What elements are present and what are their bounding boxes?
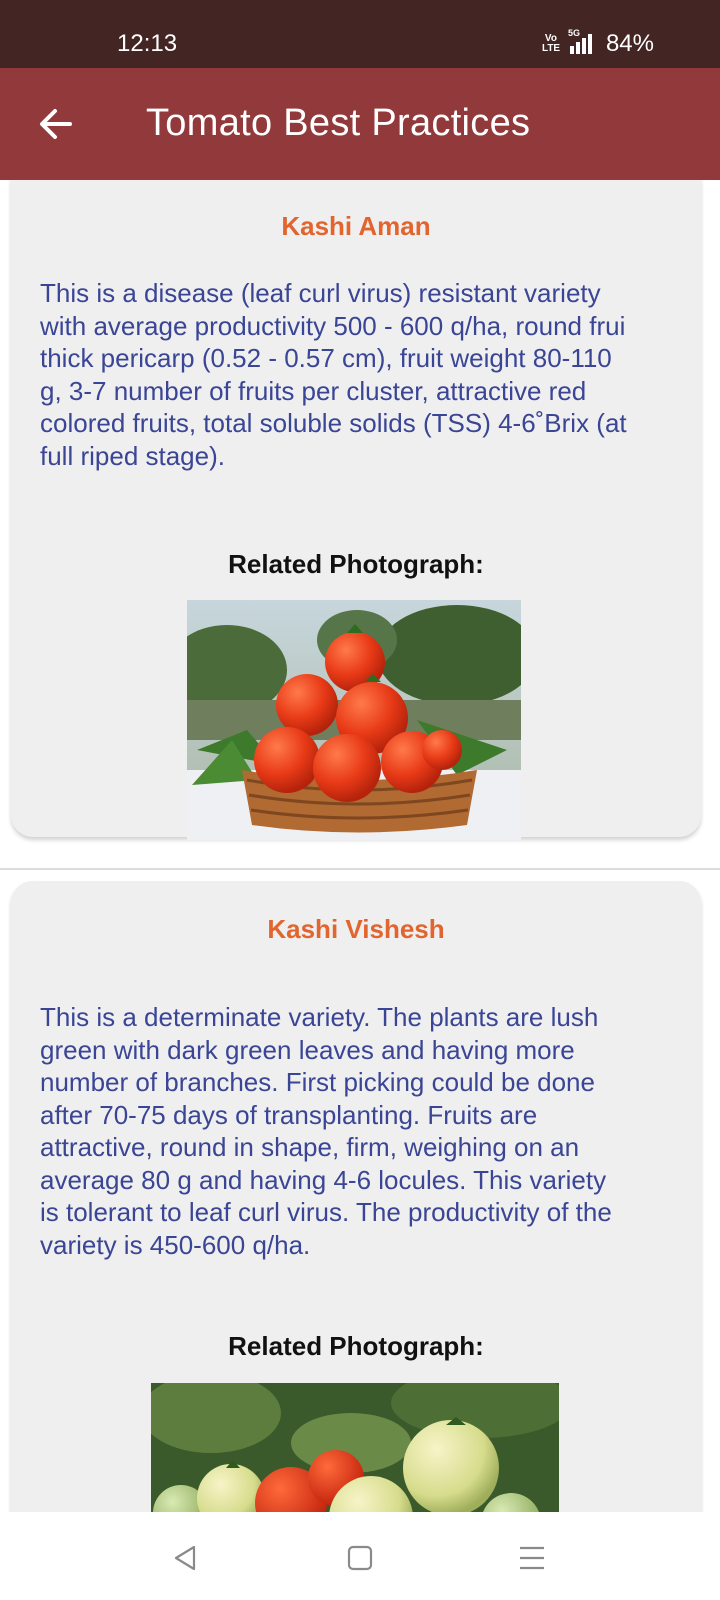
- description-line: colored fruits, total soluble solids (TS…: [40, 408, 627, 438]
- network-type-label: 5G: [567, 28, 580, 38]
- system-nav-bar: [0, 1512, 720, 1600]
- volte-bottom-label: LTE: [541, 43, 561, 54]
- description-line: with average productivity 500 - 600 q/ha…: [40, 310, 626, 341]
- variety-description: This is a disease (leaf curl virus) resi…: [40, 277, 680, 472]
- variety-card: Kashi Vishesh This is a determinate vari…: [11, 881, 701, 1512]
- description-line: after 70-75 days of transplanting. Fruit…: [40, 1099, 538, 1130]
- divider: [0, 868, 720, 870]
- description-line: variety is 450-600 q/ha.: [40, 1229, 311, 1260]
- photo-label: Related Photograph:: [228, 1331, 484, 1361]
- variety-card: Kashi Aman This is a disease (leaf curl …: [11, 180, 701, 840]
- status-indicators: Vo LTE 5G 84%: [542, 28, 654, 58]
- description-line: g, 3-7 number of fruits per cluster, att…: [40, 375, 587, 406]
- description-line: green with dark green leaves and having …: [40, 1034, 575, 1065]
- description-line: average 80 g and having 4-6 locules. Thi…: [40, 1164, 607, 1195]
- signal-icon: 5G: [568, 28, 598, 54]
- arrow-left-icon[interactable]: [34, 102, 78, 146]
- square-home-icon[interactable]: [338, 1536, 382, 1580]
- description-line: full riped stage).: [40, 440, 225, 471]
- variety-description: This is a determinate variety. The plant…: [40, 1001, 680, 1261]
- status-bar: 12:13 Vo LTE 5G 84%: [0, 0, 720, 68]
- page-title: Tomato Best Practices: [146, 102, 531, 144]
- description-line: This is a disease (leaf curl virus) resi…: [40, 278, 601, 308]
- menu-lines-icon[interactable]: [510, 1536, 554, 1580]
- description-line: This is a determinate variety. The plant…: [40, 1002, 599, 1032]
- description-line: thick pericarp (0.52 - 0.57 cm), fruit w…: [40, 343, 612, 373]
- tomato-basket-photo: [187, 600, 521, 840]
- content-scroll-area[interactable]: Kashi Aman This is a disease (leaf curl …: [0, 180, 720, 1512]
- description-line: is tolerant to leaf curl virus. The prod…: [40, 1197, 612, 1227]
- photo-label: Related Photograph:: [228, 549, 484, 579]
- status-time: 12:13: [117, 30, 178, 57]
- app-bar: Tomato Best Practices: [0, 68, 720, 180]
- variety-title: Kashi Vishesh: [267, 914, 445, 944]
- variety-title: Kashi Aman: [281, 211, 431, 241]
- description-line: number of branches. First picking could …: [40, 1067, 595, 1097]
- tomatoes-on-plant-photo: [151, 1383, 559, 1512]
- battery-level: 84%: [605, 30, 654, 57]
- volte-icon: Vo LTE: [542, 34, 560, 54]
- description-line: attractive, round in shape, firm, weighi…: [40, 1132, 580, 1162]
- triangle-back-icon[interactable]: [164, 1536, 208, 1580]
